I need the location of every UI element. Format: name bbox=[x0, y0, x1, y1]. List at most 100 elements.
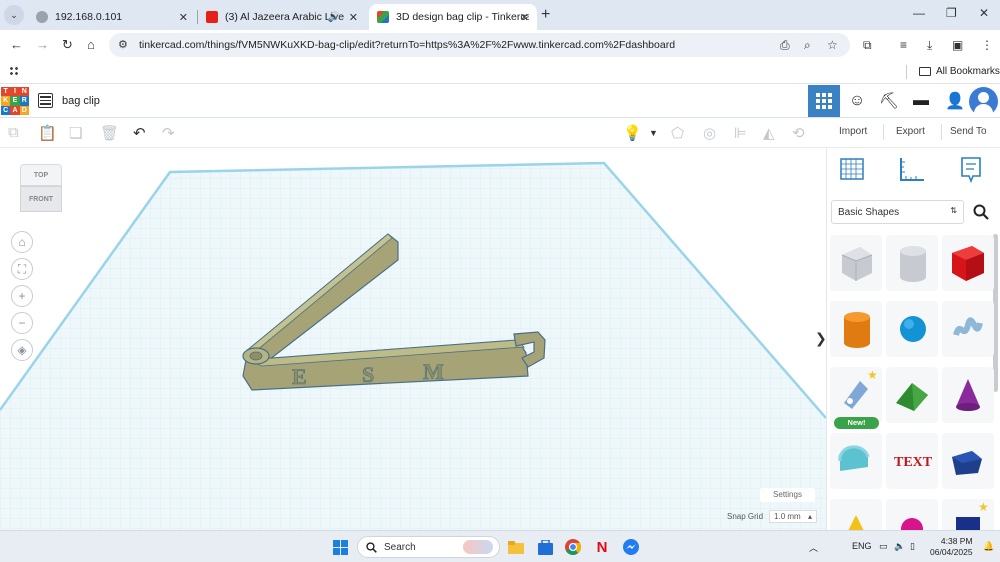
tab-al-jazeera[interactable]: (3) Al Jazeera Arabic Live 🔊 ✕ bbox=[198, 4, 366, 30]
bookmarks-divider bbox=[906, 65, 907, 79]
zoom-icon[interactable]: ⌕ bbox=[804, 38, 811, 53]
new-tab-icon[interactable]: + bbox=[541, 6, 550, 24]
display-icon[interactable]: ▭ bbox=[879, 541, 888, 552]
workplane-viewport[interactable]: E S M TOP FRONT ⌂ ⛶ + − ◈ ❯ Settings Sna… bbox=[0, 148, 826, 530]
export-button[interactable]: Export bbox=[896, 126, 925, 137]
clock[interactable]: 4:38 PM 06/04/2025 bbox=[930, 536, 973, 558]
notes-icon[interactable] bbox=[960, 156, 982, 190]
shape-polygon[interactable] bbox=[942, 433, 994, 489]
tab-title: 192.168.0.101 bbox=[55, 11, 123, 23]
tab-tinkercad[interactable]: 3D design bag clip - Tinkercad ✕ bbox=[369, 4, 537, 30]
avatar[interactable] bbox=[969, 87, 998, 116]
all-bookmarks-button[interactable]: All Bookmarks bbox=[919, 66, 1000, 77]
shape-cylinder[interactable] bbox=[830, 301, 882, 357]
project-title[interactable]: bag clip bbox=[62, 95, 100, 107]
ruler-icon[interactable] bbox=[898, 156, 926, 188]
view-cube-front[interactable]: FRONT bbox=[20, 186, 62, 212]
home-icon[interactable]: ⌂ bbox=[87, 37, 95, 52]
lego-brick-icon[interactable]: ▬ bbox=[905, 85, 937, 117]
shape-scribble[interactable] bbox=[942, 301, 994, 357]
bricks-pickaxe-icon[interactable]: ⛏ bbox=[873, 85, 905, 117]
home-view-icon[interactable]: ⌂ bbox=[11, 231, 33, 253]
shape-box-hole[interactable] bbox=[830, 235, 882, 291]
notifications-bell-icon[interactable]: 🔔 bbox=[983, 541, 994, 552]
design-menu-icon[interactable] bbox=[38, 93, 53, 108]
view-cube-top[interactable]: TOP bbox=[20, 164, 62, 186]
align-icon[interactable]: ⊫ bbox=[734, 124, 747, 142]
back-icon[interactable]: ← bbox=[10, 37, 23, 52]
bookmark-star-icon[interactable]: ☆ bbox=[827, 38, 838, 52]
ungroup-icon[interactable]: ◎ bbox=[703, 124, 716, 142]
audio-playing-icon[interactable]: 🔊 bbox=[328, 12, 340, 23]
more-menu-icon[interactable]: ⋮ bbox=[981, 38, 993, 52]
restore-icon[interactable]: ❐ bbox=[946, 6, 957, 20]
send-to-button[interactable]: Send To bbox=[950, 126, 987, 137]
site-info-icon[interactable]: ⚙ bbox=[118, 38, 128, 51]
close-tab-icon[interactable]: ✕ bbox=[179, 11, 188, 24]
view-cube[interactable]: TOP FRONT bbox=[20, 164, 62, 214]
windows-start-icon[interactable] bbox=[333, 540, 348, 555]
messenger-icon[interactable] bbox=[622, 538, 640, 556]
address-bar[interactable]: ⚙ tinkercad.com/things/fVM5NWKuXKD-bag-c… bbox=[109, 33, 850, 57]
perspective-icon[interactable]: ◈ bbox=[11, 339, 33, 361]
paste-icon[interactable]: 📋 bbox=[38, 124, 57, 142]
shape-search-icon[interactable] bbox=[968, 200, 994, 224]
shape-roof[interactable] bbox=[886, 367, 938, 423]
volume-icon[interactable]: 🔈 bbox=[894, 541, 905, 552]
install-app-icon[interactable]: ⎙ bbox=[780, 38, 790, 53]
redo-icon[interactable]: ↷ bbox=[162, 124, 175, 142]
download-icon[interactable]: ⤓ bbox=[927, 38, 932, 53]
netflix-icon[interactable]: N bbox=[593, 538, 611, 556]
shape-cylinder-hole[interactable] bbox=[886, 235, 938, 291]
tab-router[interactable]: 192.168.0.101 ✕ bbox=[28, 4, 196, 30]
blocks-character-icon[interactable]: ☺ bbox=[841, 85, 873, 117]
shape-cone[interactable] bbox=[942, 367, 994, 423]
reload-icon[interactable]: ↻ bbox=[62, 37, 73, 53]
chrome-icon[interactable] bbox=[564, 538, 582, 556]
battery-icon[interactable]: ▯ bbox=[910, 541, 915, 552]
shape-half-sphere[interactable] bbox=[886, 499, 938, 530]
tinkercad-logo[interactable]: TINKERCAD bbox=[1, 87, 29, 115]
add-user-icon[interactable]: 👤 bbox=[939, 85, 971, 117]
cruise-icon[interactable]: ⟲ bbox=[792, 124, 805, 142]
group-icon[interactable]: ⬠ bbox=[671, 124, 684, 142]
workplane-icon[interactable] bbox=[839, 156, 865, 188]
chevron-down-icon[interactable]: ▼ bbox=[649, 128, 658, 138]
apps-grid-icon[interactable] bbox=[9, 66, 19, 76]
delete-icon[interactable]: 🗑 bbox=[100, 124, 119, 142]
minimize-icon[interactable]: — bbox=[913, 6, 925, 20]
collapse-panel-icon[interactable]: ❯ bbox=[815, 330, 826, 347]
forward-icon[interactable]: → bbox=[36, 37, 49, 52]
mirror-icon[interactable]: ◭ bbox=[763, 124, 775, 142]
undo-icon[interactable]: ↶ bbox=[133, 124, 146, 142]
chevron-up-icon[interactable]: ︿ bbox=[809, 541, 818, 554]
language-indicator[interactable]: ENG bbox=[852, 541, 872, 551]
shape-sphere[interactable] bbox=[886, 301, 938, 357]
media-controls-icon[interactable]: ≡ bbox=[900, 38, 907, 52]
zoom-in-icon[interactable]: + bbox=[11, 285, 33, 307]
close-tab-icon[interactable]: ✕ bbox=[520, 11, 529, 24]
3d-view-grid-icon[interactable] bbox=[808, 85, 840, 117]
copy-icon[interactable]: ⧉ bbox=[8, 124, 19, 141]
profile-chip-icon[interactable]: ▣ bbox=[952, 38, 963, 52]
shape-round-roof[interactable] bbox=[830, 433, 882, 489]
shape-category-select[interactable]: Basic Shapes ⇅ bbox=[831, 200, 964, 224]
light-bulb-icon[interactable]: 💡 bbox=[623, 124, 642, 142]
duplicate-icon[interactable]: ❏ bbox=[69, 124, 82, 142]
close-tab-icon[interactable]: ✕ bbox=[349, 11, 358, 24]
taskbar-search[interactable]: Search bbox=[357, 536, 500, 558]
fit-view-icon[interactable]: ⛶ bbox=[11, 258, 33, 280]
zoom-out-icon[interactable]: − bbox=[11, 312, 33, 334]
shape-box[interactable] bbox=[942, 235, 994, 291]
microsoft-store-icon[interactable] bbox=[536, 538, 554, 556]
settings-button[interactable]: Settings bbox=[760, 488, 815, 502]
snap-grid-select[interactable]: 1.0 mm ▴ bbox=[769, 510, 818, 523]
extensions-icon[interactable]: ⧉ bbox=[863, 38, 872, 53]
url-text[interactable]: tinkercad.com/things/fVM5NWKuXKD-bag-cli… bbox=[139, 39, 675, 51]
shape-text[interactable]: TEXT bbox=[886, 433, 938, 489]
import-button[interactable]: Import bbox=[839, 126, 867, 137]
shape-pyramid[interactable] bbox=[830, 499, 882, 530]
tab-search-button[interactable]: ⌄ bbox=[4, 5, 24, 25]
close-window-icon[interactable]: ✕ bbox=[979, 6, 989, 20]
file-explorer-icon[interactable] bbox=[507, 538, 525, 556]
